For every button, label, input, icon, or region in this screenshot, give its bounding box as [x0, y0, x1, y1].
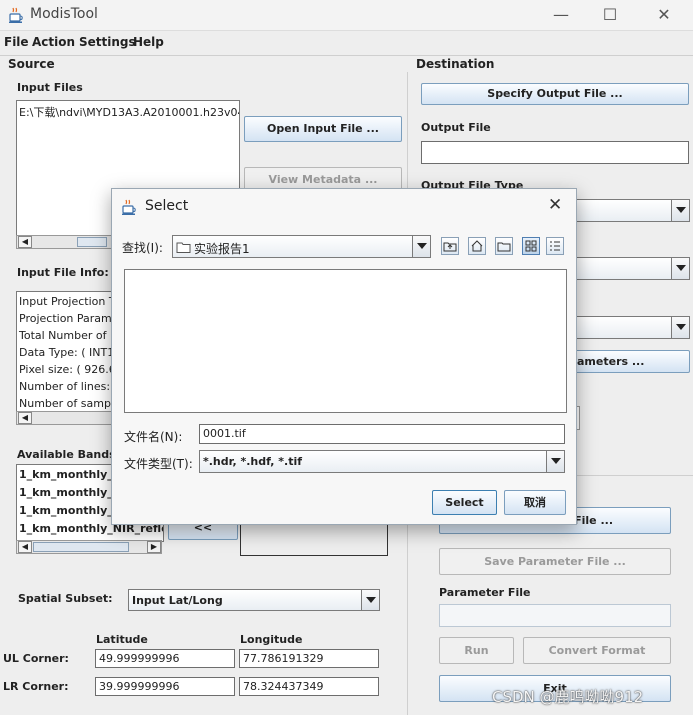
output-projection-select[interactable]	[570, 316, 690, 339]
look-in-select[interactable]: 实验报告1	[172, 235, 431, 258]
chevron-down-icon[interactable]	[546, 451, 564, 472]
lr-latitude-input[interactable]: 39.999999996	[95, 677, 235, 696]
java-app-icon	[122, 199, 136, 215]
spatial-subset-label: Spatial Subset:	[18, 592, 113, 605]
ul-corner-label: UL Corner:	[3, 652, 69, 665]
select-dialog: Select ✕ 查找(I): 实验报告1 文件名(N): 0001.tif 文…	[111, 188, 577, 525]
output-file-input[interactable]	[421, 141, 689, 164]
spatial-subset-value: Input Lat/Long	[132, 594, 223, 607]
menu-settings[interactable]: Settings	[79, 35, 136, 49]
window-title: ModisTool	[30, 6, 98, 22]
file-info-line: Data Type: ( INT16	[19, 346, 117, 359]
file-info-line: Projection Parame	[19, 312, 117, 325]
available-bands-label: Available Bands:	[17, 448, 121, 461]
ul-latitude-input[interactable]: 49.999999996	[95, 649, 235, 668]
scroll-left-icon[interactable]: ◀	[18, 541, 32, 553]
input-file-info-label: Input File Info:	[17, 266, 109, 279]
latitude-label: Latitude	[96, 633, 148, 646]
scroll-thumb[interactable]	[77, 237, 107, 247]
output-file-type-select[interactable]	[570, 199, 690, 222]
open-input-file-button[interactable]: Open Input File ...	[244, 116, 402, 142]
scroll-thumb[interactable]	[33, 542, 129, 552]
file-info-line: Number of sample	[19, 397, 117, 410]
file-name-label: 文件名(N):	[124, 430, 183, 444]
minimize-button[interactable]: —	[548, 5, 574, 25]
convert-format-button[interactable]: Convert Format	[523, 637, 671, 664]
ul-longitude-input[interactable]: 77.786191329	[239, 649, 379, 668]
menu-file[interactable]: File	[4, 35, 29, 49]
chevron-down-icon[interactable]	[671, 200, 689, 221]
longitude-label: Longitude	[240, 633, 303, 646]
new-folder-icon[interactable]	[495, 237, 513, 255]
list-view-icon[interactable]	[522, 237, 540, 255]
file-info-line: Input Projection Ty	[19, 295, 117, 308]
bands-scrollbar[interactable]: ◀ ▶	[16, 540, 162, 554]
file-name-input[interactable]: 0001.tif	[199, 424, 565, 444]
look-in-value: 实验报告1	[194, 242, 250, 256]
title-bar	[0, 0, 693, 31]
spatial-subset-select[interactable]: Input Lat/Long	[128, 589, 380, 611]
chevron-down-icon[interactable]	[671, 258, 689, 279]
menu-help[interactable]: Help	[133, 35, 164, 49]
cancel-button[interactable]: 取消	[504, 490, 566, 515]
file-info-line: Total Number of B	[19, 329, 117, 342]
file-type-label: 文件类型(T):	[124, 457, 193, 471]
file-info-line: Number of lines: (	[19, 380, 117, 393]
maximize-button[interactable]: ☐	[597, 5, 623, 25]
watermark-text: CSDN @鹿鸣呦呦912	[492, 688, 644, 706]
file-info-scrollbar[interactable]: ◀	[16, 411, 116, 425]
scroll-left-icon[interactable]: ◀	[18, 412, 32, 424]
java-app-icon	[9, 7, 23, 23]
file-type-value: *.hdr, *.hdf, *.tif	[203, 455, 303, 468]
input-files-label: Input Files	[17, 81, 83, 94]
details-view-icon[interactable]	[546, 237, 564, 255]
menu-action[interactable]: Action	[32, 35, 75, 49]
file-info-line: Pixel size: ( 926.6,	[19, 363, 117, 376]
input-files-scrollbar[interactable]: ◀	[16, 235, 116, 249]
scroll-right-icon[interactable]: ▶	[147, 541, 161, 553]
section-divider	[0, 55, 693, 56]
file-list-area[interactable]	[124, 269, 567, 413]
destination-header: Destination	[416, 57, 495, 71]
lr-longitude-input[interactable]: 78.324437349	[239, 677, 379, 696]
lr-corner-label: LR Corner:	[3, 680, 69, 693]
save-parameter-file-button[interactable]: Save Parameter File ...	[439, 548, 671, 575]
chevron-down-icon[interactable]	[361, 590, 379, 610]
resampling-type-select[interactable]	[570, 257, 690, 280]
look-in-label: 查找(I):	[122, 241, 163, 255]
input-file-info-box: Input Projection Ty Projection Parame To…	[16, 291, 118, 413]
folder-icon	[176, 242, 191, 253]
home-icon[interactable]	[468, 237, 486, 255]
parameter-file-label: Parameter File	[439, 586, 531, 599]
input-file-item[interactable]: E:\下载\ndvi\MYD13A3.A2010001.h23v04.0	[17, 101, 239, 124]
scroll-left-icon[interactable]: ◀	[18, 236, 32, 248]
up-folder-icon[interactable]	[441, 237, 459, 255]
close-icon[interactable]: ✕	[548, 195, 562, 215]
specify-output-file-button[interactable]: Specify Output File ...	[421, 83, 689, 105]
select-button[interactable]: Select	[432, 490, 497, 515]
output-file-label: Output File	[421, 121, 491, 134]
selected-bands-list[interactable]	[240, 521, 388, 556]
file-type-select[interactable]: *.hdr, *.hdf, *.tif	[199, 450, 565, 473]
dialog-title: Select	[145, 198, 189, 214]
parameter-file-input[interactable]	[439, 604, 671, 627]
chevron-down-icon[interactable]	[412, 236, 430, 257]
chevron-down-icon[interactable]	[671, 317, 689, 338]
source-header: Source	[8, 57, 55, 71]
run-button[interactable]: Run	[439, 637, 514, 664]
close-window-button[interactable]: ✕	[651, 5, 677, 25]
edit-projection-parameters-button[interactable]: ameters ...	[570, 350, 690, 373]
